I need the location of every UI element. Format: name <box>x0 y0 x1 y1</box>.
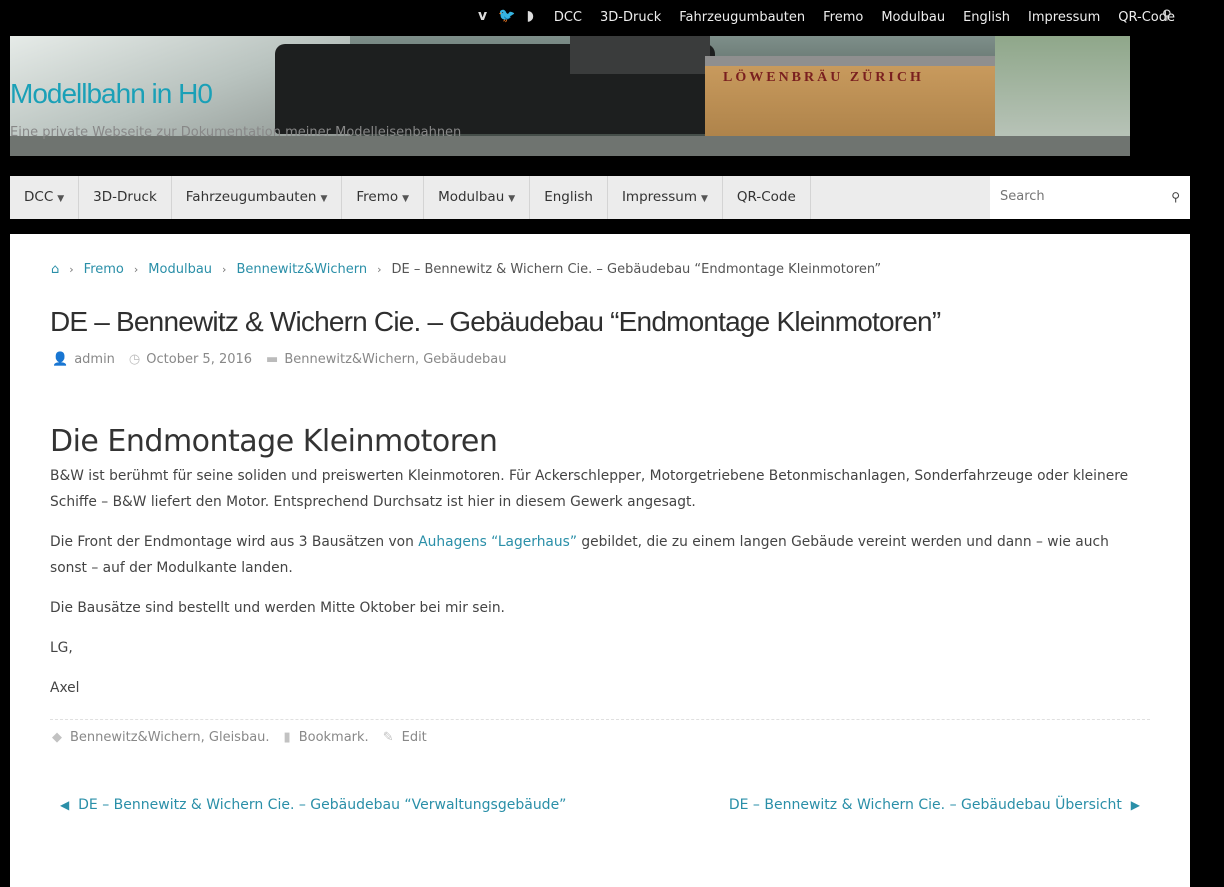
breadcrumb-modulbau[interactable]: Modulbau <box>148 262 212 277</box>
edit-link[interactable]: Edit <box>402 730 427 745</box>
post-edit: ✎ Edit <box>383 730 427 745</box>
nav-item-label: 3D-Druck <box>93 189 157 205</box>
chevron-down-icon: ▼ <box>57 194 65 204</box>
folder-icon: ▬ <box>266 352 279 367</box>
nav-item-fremo[interactable]: Fremo ▼ <box>342 176 425 219</box>
previous-post-link[interactable]: ◀ DE – Bennewitz & Wichern Cie. – Gebäud… <box>60 797 566 813</box>
top-menu: DCC 3D-Druck Fahrzeugumbauten Fremo Modu… <box>536 0 1175 34</box>
auhagen-lagerhaus-link[interactable]: Auhagens “Lagerhaus” <box>418 534 577 550</box>
clock-icon: ◷ <box>128 352 141 367</box>
vimeo-icon[interactable]: v <box>478 7 487 25</box>
breadcrumb-fremo[interactable]: Fremo <box>84 262 124 277</box>
chevron-down-icon: ▼ <box>402 194 410 204</box>
post-title: DE – Bennewitz & Wichern Cie. – Gebäudeb… <box>50 306 941 337</box>
previous-post-title: DE – Bennewitz & Wichern Cie. – Gebäudeb… <box>78 797 567 813</box>
nav-item-label: Impressum <box>621 189 697 205</box>
wagon-lettering: LÖWENBRÄU ZÜRICH <box>723 70 924 85</box>
paragraph: Axel <box>50 680 80 696</box>
author-link[interactable]: admin <box>74 352 115 367</box>
tender-shape <box>570 36 710 74</box>
breadcrumb-separator-icon: › <box>222 263 227 276</box>
arrow-right-icon: ▶ <box>1130 798 1140 812</box>
search-icon[interactable]: ⚲ <box>1162 8 1172 23</box>
nav-item-impressum[interactable]: Impressum ▼ <box>608 176 723 219</box>
search-input[interactable] <box>990 176 1170 217</box>
section-heading: Die Endmontage Kleinmotoren <box>50 424 498 459</box>
nav-item-label: English <box>544 189 593 205</box>
top-menu-3d-druck[interactable]: 3D-Druck <box>600 10 661 25</box>
nav-search: ⚲ <box>990 176 1190 219</box>
nav-item-qr-code[interactable]: QR-Code <box>723 176 811 219</box>
bookmark-icon: ▮ <box>283 730 291 745</box>
paragraph: Die Bausätze sind bestellt und werden Mi… <box>50 600 505 616</box>
user-icon: 👤 <box>52 352 69 367</box>
paragraph: Die Front der Endmontage wird aus 3 Baus… <box>50 529 1150 581</box>
bookmark-link[interactable]: Bookmark. <box>299 730 369 745</box>
post-categories: ▬ Bennewitz&Wichern, Gebäudebau <box>266 352 506 367</box>
main-navigation: DCC ▼ 3D-Druck Fahrzeugumbauten ▼ Fremo ▼ M… <box>10 176 1190 219</box>
next-post-link[interactable]: DE – Bennewitz & Wichern Cie. – Gebäudeb… <box>729 797 1140 813</box>
top-menu-dcc[interactable]: DCC <box>554 10 582 25</box>
nav-item-modulbau[interactable]: Modulbau ▼ <box>424 176 531 219</box>
nav-item-fahrzeugumbauten[interactable]: Fahrzeugumbauten ▼ <box>172 176 343 219</box>
top-menu-english[interactable]: English <box>963 10 1010 25</box>
nav-item-dcc[interactable]: DCC ▼ <box>10 176 80 219</box>
nav-item-english[interactable]: English <box>530 176 608 219</box>
breadcrumb-separator-icon: › <box>377 263 382 276</box>
post-date: ◷ October 5, 2016 <box>129 352 252 367</box>
breadcrumb: ⌂ › Fremo › Modulbau › Bennewitz&Wichern… <box>51 262 881 277</box>
date-link[interactable]: October 5, 2016 <box>146 352 252 367</box>
top-menu-impressum[interactable]: Impressum <box>1028 10 1100 25</box>
search-icon[interactable]: ⚲ <box>1171 190 1180 204</box>
nav-item-label: Fahrzeugumbauten <box>185 189 317 205</box>
chevron-down-icon: ▼ <box>508 194 516 204</box>
arrow-left-icon: ◀ <box>60 798 70 812</box>
rss-icon[interactable]: ◗ <box>527 7 534 25</box>
breadcrumb-separator-icon: › <box>133 263 139 276</box>
nav-item-label: Fremo <box>356 189 399 205</box>
tag-icon: ◆ <box>52 730 62 745</box>
top-bar: v 🐦 ◗ DCC 3D-Druck Fahrzeugumbauten Frem… <box>0 0 1224 34</box>
pencil-icon: ✎ <box>382 730 394 745</box>
post-bookmark: ▮ Bookmark. <box>284 730 369 745</box>
top-menu-fahrzeugumbauten[interactable]: Fahrzeugumbauten <box>679 10 805 25</box>
top-menu-modulbau[interactable]: Modulbau <box>881 10 945 25</box>
next-post-title: DE – Bennewitz & Wichern Cie. – Gebäudeb… <box>728 797 1122 813</box>
divider <box>50 719 1150 720</box>
post-tags: ◆ Bennewitz&Wichern, Gleisbau. <box>52 730 270 745</box>
nav-item-label: DCC <box>24 189 54 205</box>
post-footer-meta: ◆ Bennewitz&Wichern, Gleisbau. ▮ Bookmar… <box>52 730 441 745</box>
nav-item-label: QR-Code <box>736 189 796 205</box>
site-description: Eine private Webseite zur Dokumentation … <box>10 125 462 140</box>
tags-links[interactable]: Bennewitz&Wichern, Gleisbau. <box>70 730 270 745</box>
top-menu-fremo[interactable]: Fremo <box>823 10 863 25</box>
home-icon[interactable]: ⌂ <box>51 262 59 277</box>
site-title[interactable]: Modellbahn in H0 <box>10 78 213 110</box>
social-links: v 🐦 ◗ <box>478 7 534 25</box>
paragraph: LG, <box>50 640 73 656</box>
breadcrumb-current: DE – Bennewitz & Wichern Cie. – Gebäudeb… <box>391 262 882 277</box>
post-meta: 👤 admin ◷ October 5, 2016 ▬ Bennewitz&Wi… <box>52 352 520 367</box>
twitter-icon[interactable]: 🐦 <box>498 7 515 25</box>
breadcrumb-separator-icon: › <box>69 263 74 276</box>
post-body: Die Endmontage Kleinmotoren B&W ist berü… <box>50 424 1150 701</box>
chevron-down-icon: ▼ <box>320 194 328 204</box>
paragraph: B&W ist berühmt für seine soliden und pr… <box>50 468 1129 510</box>
categories-links[interactable]: Bennewitz&Wichern, Gebäudebau <box>284 352 506 367</box>
post-author: 👤 admin <box>52 352 115 367</box>
paragraph-text: Die Front der Endmontage wird aus 3 Baus… <box>50 534 419 550</box>
nav-item-label: Modulbau <box>438 189 505 205</box>
breadcrumb-bennewitz-wichern[interactable]: Bennewitz&Wichern <box>236 262 367 277</box>
content-area: ⌂ › Fremo › Modulbau › Bennewitz&Wichern… <box>10 234 1190 887</box>
chevron-down-icon: ▼ <box>700 194 708 204</box>
nav-item-3d-druck[interactable]: 3D-Druck <box>79 176 172 219</box>
